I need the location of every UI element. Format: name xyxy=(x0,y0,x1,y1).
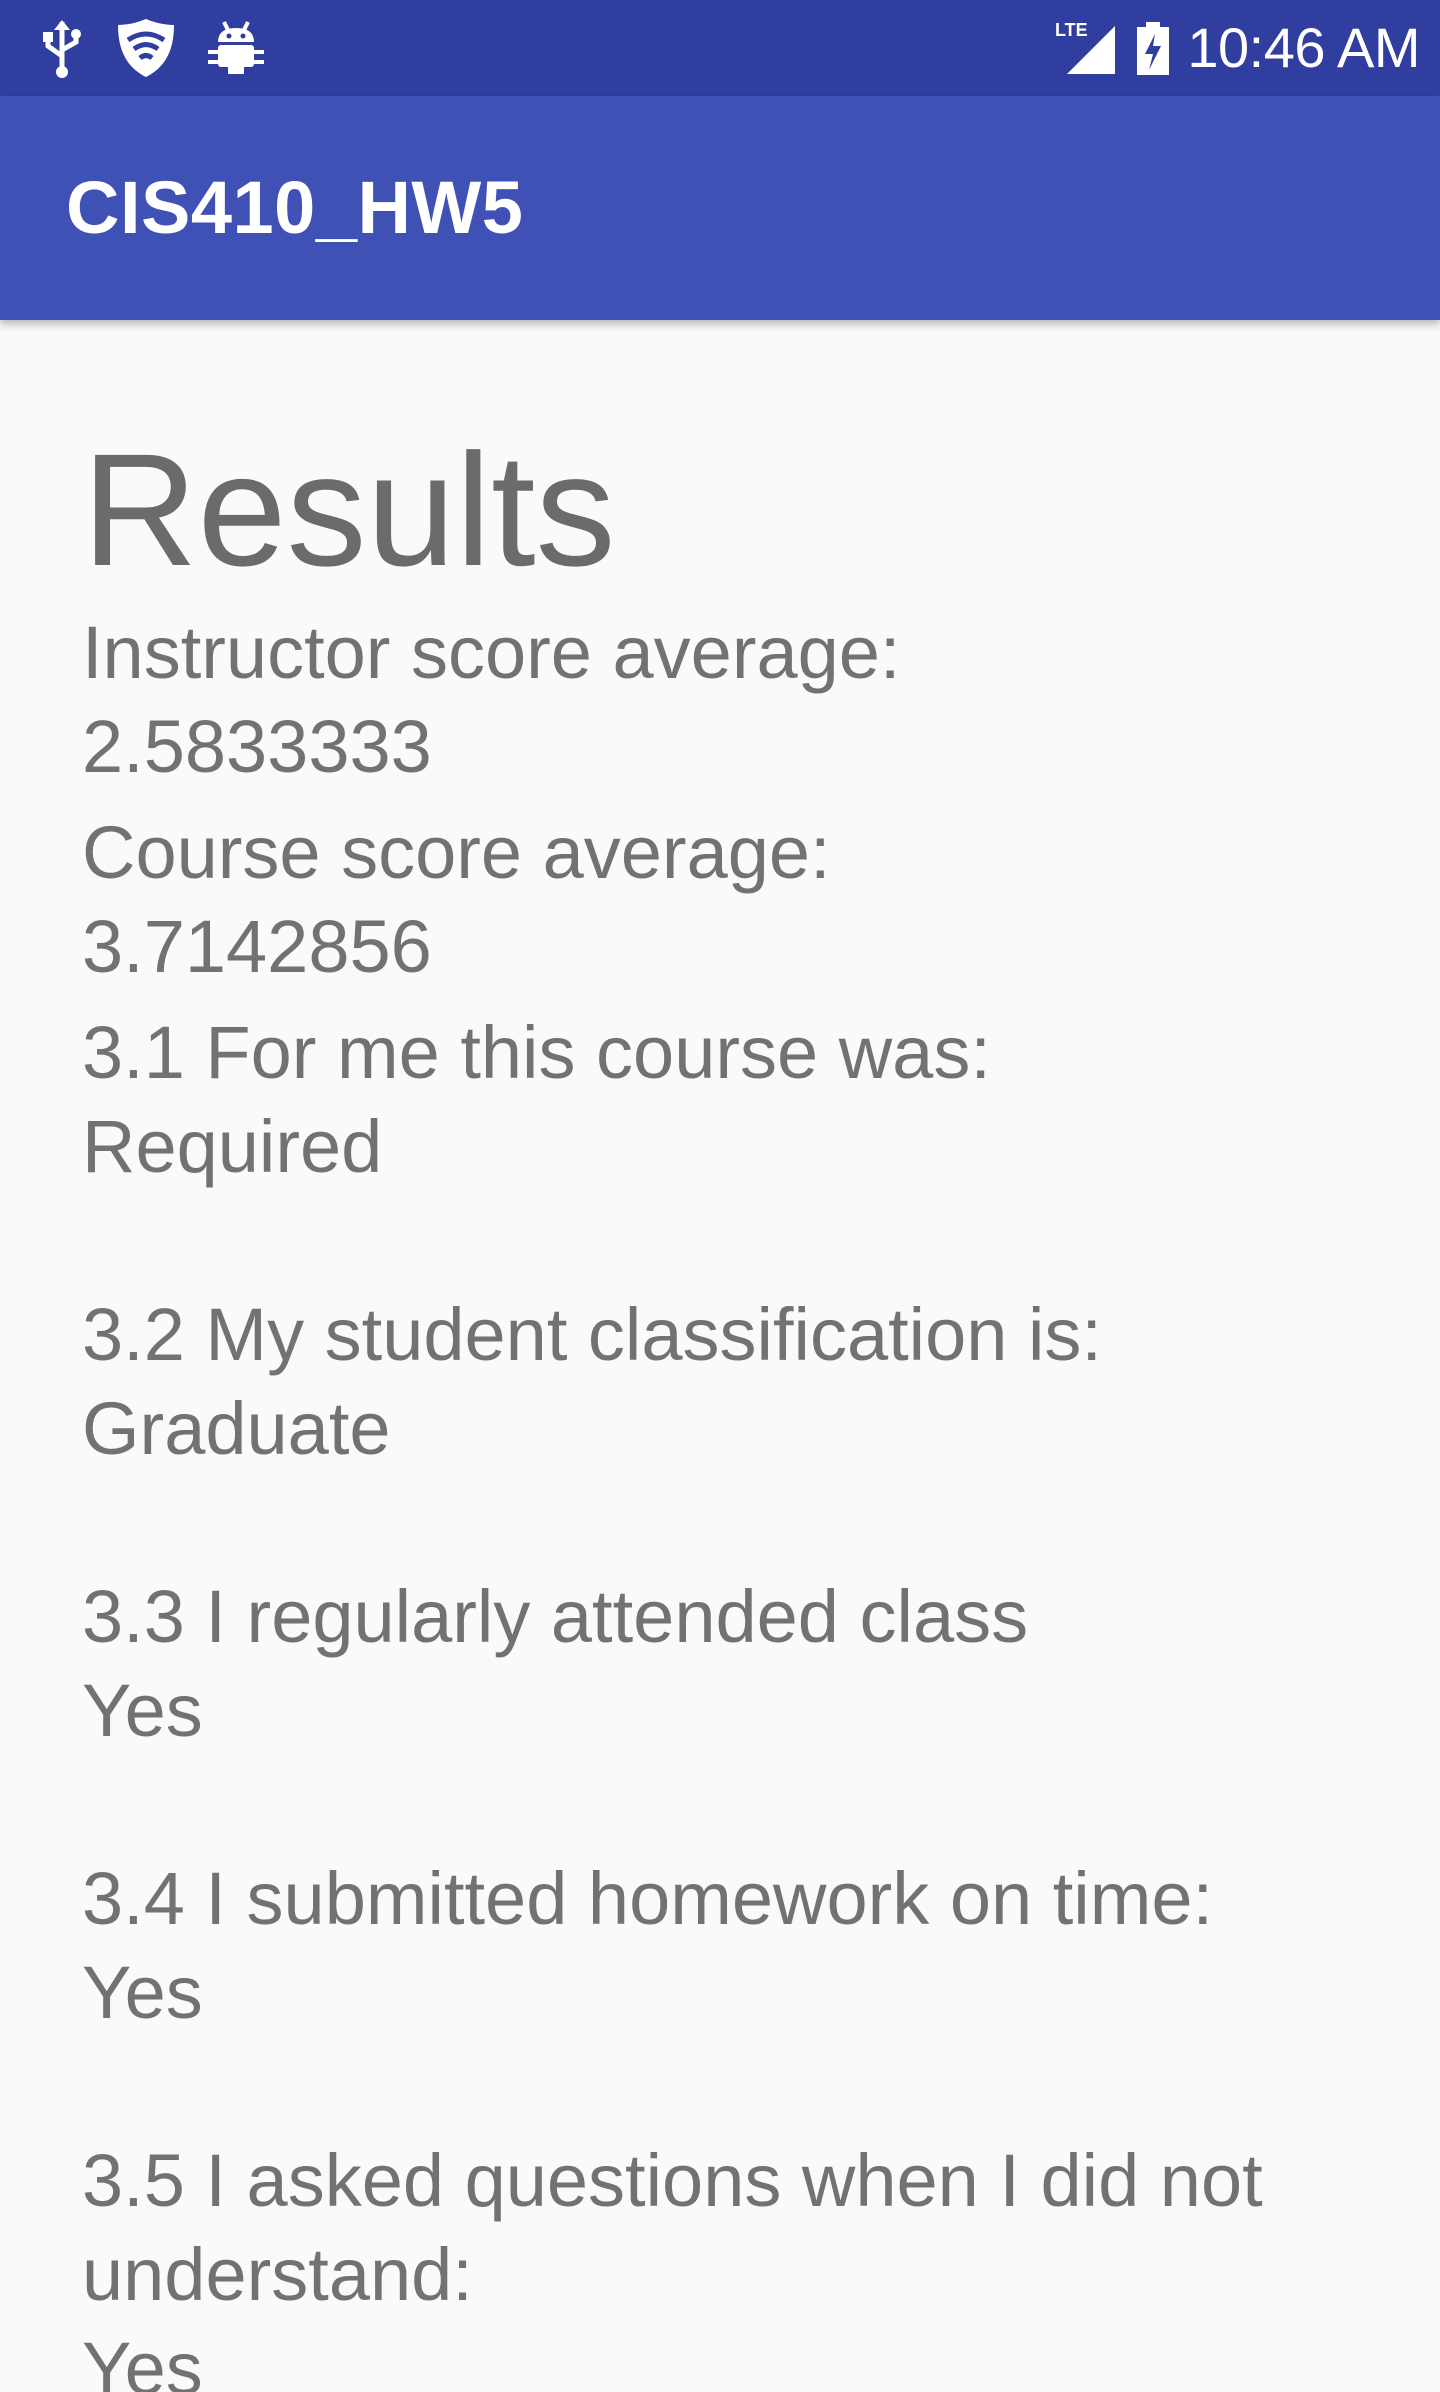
svg-text:LTE: LTE xyxy=(1055,20,1088,40)
status-time: 10:46 AM xyxy=(1187,16,1420,79)
question-text: 3.3 I regularly attended class xyxy=(82,1575,1029,1658)
answer-text: Yes xyxy=(82,1951,203,2034)
question-3-5: 3.5 I asked questions when I did not und… xyxy=(82,2134,1382,2392)
battery-charging-icon xyxy=(1133,16,1173,80)
answer-text: Yes xyxy=(82,1669,203,1752)
question-text: 3.4 I submitted homework on time: xyxy=(82,1857,1214,1940)
results-content[interactable]: Results Instructor score average: 2.5833… xyxy=(82,320,1382,2392)
android-debug-icon xyxy=(208,18,264,78)
instructor-average: Instructor score average: 2.5833333 xyxy=(82,606,1382,794)
question-text: 3.1 For me this course was: xyxy=(82,1011,991,1094)
usb-icon xyxy=(40,18,84,78)
question-3-4: 3.4 I submitted homework on time: Yes xyxy=(82,1852,1382,2040)
results-text: Instructor score average: 2.5833333 Cour… xyxy=(82,606,1382,2392)
signal-lte-icon: LTE xyxy=(1055,16,1119,80)
app-bar: CIS410_HW5 xyxy=(0,96,1440,320)
app-title: CIS410_HW5 xyxy=(66,166,524,249)
status-icons-right: LTE 10:46 AM xyxy=(1055,0,1420,96)
status-bar: LTE 10:46 AM xyxy=(0,0,1440,96)
question-text: 3.2 My student classification is: xyxy=(82,1293,1102,1376)
course-average-label: Course score average: xyxy=(82,811,831,894)
question-text: 3.5 I asked questions when I did not und… xyxy=(82,2139,1263,2316)
results-heading: Results xyxy=(82,420,616,599)
course-average: Course score average: 3.7142856 xyxy=(82,806,1382,994)
question-3-2: 3.2 My student classification is: Gradua… xyxy=(82,1288,1382,1476)
shield-wifi-icon xyxy=(114,16,178,80)
instructor-average-value: 2.5833333 xyxy=(82,705,432,788)
answer-text: Required xyxy=(82,1105,383,1188)
answer-text: Yes xyxy=(82,2327,203,2392)
status-icons-left xyxy=(40,16,264,80)
course-average-value: 3.7142856 xyxy=(82,905,432,988)
answer-text: Graduate xyxy=(82,1387,391,1470)
question-3-1: 3.1 For me this course was: Required xyxy=(82,1006,1382,1194)
instructor-average-label: Instructor score average: xyxy=(82,611,901,694)
question-3-3: 3.3 I regularly attended class Yes xyxy=(82,1570,1382,1758)
